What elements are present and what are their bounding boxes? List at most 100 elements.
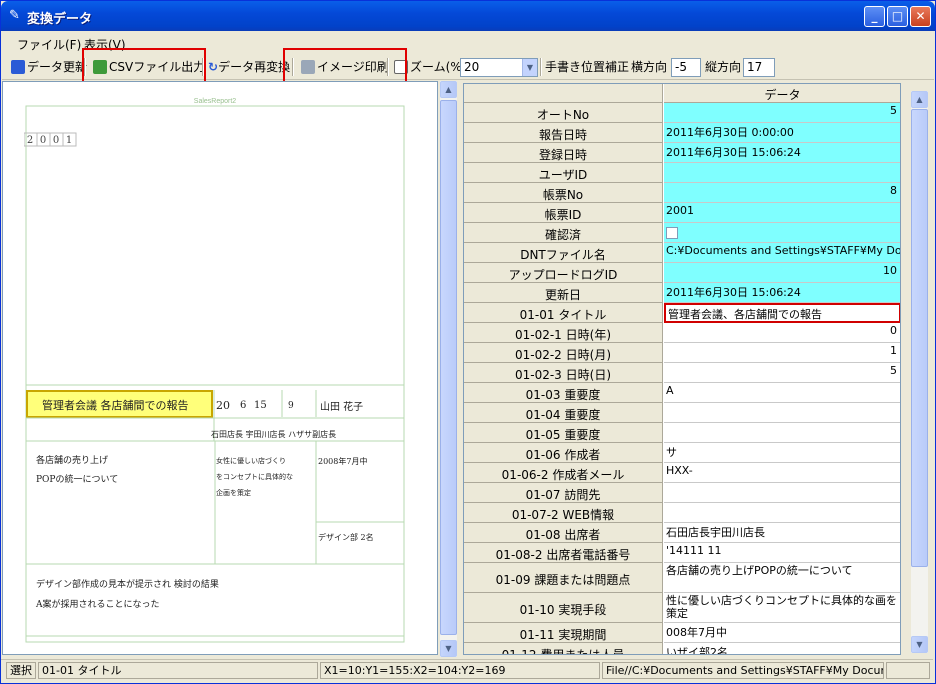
row-value[interactable]: '14111 11 bbox=[664, 543, 900, 563]
table-row[interactable]: アップロードログID 10 bbox=[464, 263, 900, 283]
table-row[interactable]: 01-02-2 日時(月) 1 bbox=[464, 343, 900, 363]
zoom-select[interactable]: 20 ▼ bbox=[460, 58, 538, 77]
table-row[interactable]: 01-01 タイトル 管理者会議、各店舗間での報告 bbox=[464, 303, 900, 323]
table-row[interactable]: 01-05 重要度 bbox=[464, 423, 900, 443]
table-row[interactable]: 01-06 作成者サ bbox=[464, 443, 900, 463]
table-row[interactable]: 01-03 重要度 A bbox=[464, 383, 900, 403]
scroll-down-icon[interactable]: ▼ bbox=[911, 636, 928, 653]
row-value[interactable]: いザイ部2名 bbox=[664, 643, 900, 654]
table-row[interactable]: 確認済 bbox=[464, 223, 900, 243]
row-value[interactable]: HXX- bbox=[664, 463, 900, 483]
form-vertical-scrollbar[interactable]: ▲ ▼ bbox=[440, 81, 457, 657]
table-row[interactable]: 01-11 実現期間 008年7月中 bbox=[464, 623, 900, 643]
row-label: 01-09 課題または問題点 bbox=[464, 563, 663, 593]
table-row[interactable]: 01-07 訪問先 bbox=[464, 483, 900, 503]
row-value[interactable] bbox=[664, 223, 900, 243]
row-value[interactable]: 5 bbox=[664, 363, 900, 383]
table-row[interactable]: 帳票ID 2001 bbox=[464, 203, 900, 223]
table-row[interactable]: 01-08 出席者 石田店長宇田川店長 bbox=[464, 523, 900, 543]
status-field: 01-01 タイトル bbox=[38, 662, 318, 679]
row-value[interactable]: 008年7月中 bbox=[664, 623, 900, 643]
table-row[interactable]: 01-07-2 WEB情報 bbox=[464, 503, 900, 523]
handwritten-title: 管理者会議 各店舗間での報告 bbox=[42, 398, 189, 412]
row-value[interactable]: 5 bbox=[664, 103, 900, 123]
scroll-down-icon[interactable]: ▼ bbox=[440, 640, 457, 657]
reconvert-button[interactable]: ↻データ再変換 bbox=[208, 57, 290, 77]
row-label: 帳票No bbox=[464, 183, 663, 203]
confirmed-checkbox[interactable] bbox=[666, 227, 678, 239]
table-row[interactable]: 更新日 2011年6月30日 15:06:24 bbox=[464, 283, 900, 303]
chevron-down-icon[interactable]: ▼ bbox=[522, 59, 537, 76]
grid-vertical-scrollbar[interactable]: ▲ ▼ bbox=[911, 91, 928, 653]
row-label: 01-06-2 作成者メール bbox=[464, 463, 663, 483]
row-value[interactable]: 10 bbox=[664, 263, 900, 283]
row-value[interactable]: 2011年6月30日 15:06:24 bbox=[664, 143, 900, 163]
row-label: 01-12 費用または人員 bbox=[464, 643, 663, 654]
grid-header-row: データ bbox=[464, 84, 900, 103]
vertical-offset-input[interactable]: 17 bbox=[743, 58, 775, 77]
row-label: 01-01 タイトル bbox=[464, 303, 663, 323]
grid-column-header[interactable]: データ bbox=[664, 84, 900, 103]
table-row[interactable]: 01-09 課題または問題点 各店舗の売り上げPOPの統一について bbox=[464, 563, 900, 593]
status-coords: X1=10:Y1=155:X2=104:Y2=169 bbox=[320, 662, 600, 679]
table-row[interactable]: 01-04 重要度 bbox=[464, 403, 900, 423]
row-value[interactable] bbox=[664, 163, 900, 183]
row-value[interactable] bbox=[664, 483, 900, 503]
reconvert-label: データ再変換 bbox=[218, 60, 291, 74]
row-value[interactable]: 0 bbox=[664, 323, 900, 343]
table-row[interactable]: オートNo 5 bbox=[464, 103, 900, 123]
row-value[interactable]: 石田店長宇田川店長 bbox=[664, 523, 900, 543]
row-value[interactable]: サ bbox=[664, 443, 900, 463]
table-row[interactable]: 01-08-2 出席者電話番号 '14111 11 bbox=[464, 543, 900, 563]
row-value[interactable]: 2001 bbox=[664, 203, 900, 223]
row-value[interactable] bbox=[664, 503, 900, 523]
scroll-thumb[interactable] bbox=[440, 100, 457, 635]
table-row[interactable]: 01-06-2 作成者メール HXX- bbox=[464, 463, 900, 483]
menu-file[interactable]: ファイル(F) bbox=[17, 36, 81, 53]
row-value[interactable] bbox=[664, 423, 900, 443]
maximize-button[interactable]: □ bbox=[887, 6, 908, 27]
table-row[interactable]: 01-02-3 日時(日) 5 bbox=[464, 363, 900, 383]
row-label: 登録日時 bbox=[464, 143, 663, 163]
table-row[interactable]: ユーザID bbox=[464, 163, 900, 183]
row-value[interactable]: 管理者会議、各店舗間での報告 bbox=[664, 303, 900, 323]
handwritten-dept: デザイン部 2名 bbox=[318, 532, 374, 542]
table-row[interactable]: 登録日時 2011年6月30日 15:06:24 bbox=[464, 143, 900, 163]
table-row[interactable]: DNTファイル名 C:¥Documents and Settings¥STAFF¥… bbox=[464, 243, 900, 263]
table-row[interactable]: 01-10 実現手段 性に優しい店づくりコンセプトに具体的な画を策定 bbox=[464, 593, 900, 623]
update-data-button[interactable]: データ更新 bbox=[11, 57, 87, 77]
row-label: 報告日時 bbox=[464, 123, 663, 143]
horizontal-offset-input[interactable]: -5 bbox=[671, 58, 701, 77]
table-row[interactable]: 01-02-1 日時(年) 0 bbox=[464, 323, 900, 343]
scroll-up-icon[interactable]: ▲ bbox=[911, 91, 928, 108]
handwritten-method-line: をコンセプトに具体的な bbox=[216, 472, 293, 481]
row-label: 01-04 重要度 bbox=[464, 403, 663, 423]
table-row[interactable]: 01-12 費用または人員 いザイ部2名 bbox=[464, 643, 900, 654]
zoom-value: 20 bbox=[464, 60, 480, 74]
vertical-label: 縦方向 bbox=[705, 60, 742, 74]
row-value[interactable]: 1 bbox=[664, 343, 900, 363]
close-button[interactable]: ✕ bbox=[910, 6, 931, 27]
form-header: SalesReport2 bbox=[194, 98, 237, 105]
table-row[interactable]: 帳票No 8 bbox=[464, 183, 900, 203]
scroll-thumb[interactable] bbox=[911, 109, 928, 567]
row-value[interactable] bbox=[664, 403, 900, 423]
row-label: 01-03 重要度 bbox=[464, 383, 663, 403]
row-value[interactable]: 2011年6月30日 15:06:24 bbox=[664, 283, 900, 303]
toolbar-separator bbox=[540, 58, 542, 76]
row-value[interactable]: 各店舗の売り上げPOPの統一について bbox=[664, 563, 900, 593]
handwritten-result-line: デザイン部作成の見本が提示され 検討の結果 bbox=[36, 578, 219, 590]
row-value[interactable]: 性に優しい店づくりコンセプトに具体的な画を策定 bbox=[664, 593, 900, 623]
row-value[interactable]: C:¥Documents and Settings¥STAFF¥My Docu bbox=[664, 243, 900, 263]
row-value[interactable]: 8 bbox=[664, 183, 900, 203]
minimize-button[interactable]: _ bbox=[864, 6, 885, 27]
update-data-label: データ更新 bbox=[27, 60, 88, 74]
row-value[interactable]: A bbox=[664, 383, 900, 403]
status-extra bbox=[886, 662, 930, 679]
scroll-up-icon[interactable]: ▲ bbox=[440, 81, 457, 98]
handwritten-time: 9 bbox=[288, 401, 294, 411]
table-row[interactable]: 報告日時 2011年6月30日 0:00:00 bbox=[464, 123, 900, 143]
row-value[interactable]: 2011年6月30日 0:00:00 bbox=[664, 123, 900, 143]
handwritten-result-line: A案が採用されることになった bbox=[35, 598, 160, 610]
grid-corner bbox=[464, 84, 663, 103]
